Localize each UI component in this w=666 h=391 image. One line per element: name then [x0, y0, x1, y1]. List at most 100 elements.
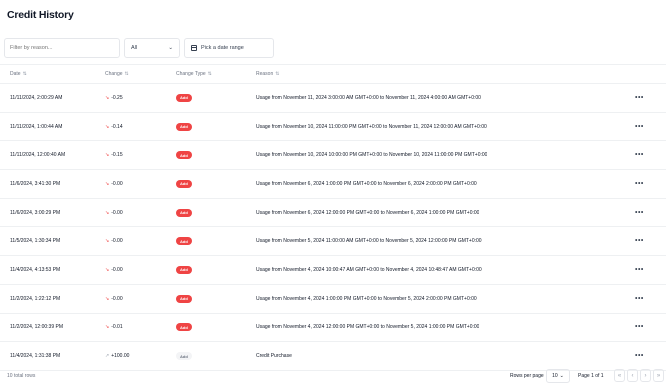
- row-reason: Usage from November 4, 2024 10:00:47 AM …: [256, 266, 482, 273]
- change-type-badge: Add: [176, 265, 192, 274]
- sort-icon: ⇅: [275, 71, 280, 77]
- table-row: 11/5/2024, 1:30:34 PM ↘ -0.00 Add Usage from…: [0, 227, 666, 257]
- row-actions-button[interactable]: •••: [635, 295, 644, 302]
- row-actions-button[interactable]: •••: [635, 353, 644, 360]
- chevron-left-icon: ‹: [631, 372, 634, 379]
- change-type-badge: Add: [176, 294, 192, 303]
- table-row: 11/6/2024, 3:00:29 PM ↘ -0.00 Add Usage from…: [0, 199, 666, 228]
- next-page-button[interactable]: ›: [640, 369, 651, 382]
- row-change: ↘ -0.15: [105, 152, 123, 158]
- last-page-button[interactable]: »: [653, 369, 664, 382]
- more-horizontal-icon: •••: [635, 237, 644, 245]
- row-change-type: Add: [176, 323, 192, 332]
- change-type-select-value: All: [131, 45, 138, 51]
- table-row: 11/2/2024, 1:22:12 PM ↘ -0.00 Add Usage from…: [0, 285, 666, 314]
- row-actions-button[interactable]: •••: [635, 94, 644, 101]
- row-change-value: -0.25: [111, 94, 123, 101]
- row-change-type: Add: [176, 237, 192, 246]
- row-change-value: -0.00: [111, 180, 123, 187]
- table-row: 11/2/2024, 12:00:39 PM ↘ -0.01 Add Usage fro…: [0, 314, 666, 343]
- arrow-down-icon: ↘: [105, 266, 110, 273]
- row-date: 11/4/2024, 1:31:38 PM: [10, 353, 61, 360]
- row-actions-button[interactable]: •••: [635, 209, 644, 216]
- chevrons-left-icon: «: [617, 372, 622, 379]
- row-change-value: -0.00: [111, 209, 123, 216]
- row-date: 11/11/2024, 1:00:44 AM: [10, 123, 63, 130]
- pagination: « ‹ › »: [614, 369, 664, 382]
- row-change-type: Add: [176, 352, 192, 361]
- rows-per-page-label: Rows per page: [510, 373, 544, 379]
- chevron-right-icon: ›: [644, 372, 647, 379]
- table-footer: 10 total rows Rows per page 10 ⌄ Page 1 …: [0, 368, 666, 386]
- row-change-type: Add: [176, 294, 192, 303]
- date-range-label: Pick a date range: [201, 45, 244, 51]
- column-header-date[interactable]: Date ⇅: [10, 71, 27, 77]
- row-date: 11/6/2024, 3:41:30 PM: [10, 180, 61, 187]
- arrow-down-icon: ↘: [105, 94, 110, 101]
- row-date: 11/2/2024, 1:22:12 PM: [10, 295, 61, 302]
- more-horizontal-icon: •••: [635, 94, 644, 102]
- change-type-badge: Add: [176, 122, 192, 131]
- arrow-down-icon: ↘: [105, 152, 110, 159]
- change-type-select[interactable]: All ⌄: [124, 38, 180, 58]
- sort-icon: ⇅: [22, 71, 27, 77]
- date-range-button[interactable]: Pick a date range: [184, 38, 274, 58]
- row-change: ↘ -0.00: [105, 210, 123, 216]
- row-date: 11/11/2024, 12:00:40 AM: [10, 152, 66, 159]
- column-header-reason[interactable]: Reason ⇅: [256, 71, 279, 77]
- rows-per-page-value: 10: [552, 373, 558, 379]
- column-header-date-label: Date: [10, 71, 21, 77]
- row-change-value: -0.00: [111, 238, 123, 245]
- row-actions-button[interactable]: •••: [635, 152, 644, 159]
- change-type-badge: Add: [176, 93, 192, 102]
- sort-icon: ⇅: [124, 71, 129, 77]
- row-actions-button[interactable]: •••: [635, 180, 644, 187]
- row-reason: Usage from November 6, 2024 12:00:00 PM …: [256, 209, 480, 216]
- first-page-button[interactable]: «: [614, 369, 625, 382]
- row-change-type: Add: [176, 151, 192, 160]
- table-row: 11/6/2024, 3:41:30 PM ↘ -0.00 Add Usage from…: [0, 170, 666, 199]
- column-header-change-type[interactable]: Change Type ⇅: [176, 71, 212, 77]
- row-reason: Usage from November 6, 2024 1:00:00 PM G…: [256, 180, 477, 187]
- chevron-down-icon: ⌄: [168, 45, 173, 51]
- more-horizontal-icon: •••: [635, 123, 644, 131]
- arrow-down-icon: ↘: [105, 209, 110, 216]
- arrow-down-icon: ↘: [105, 295, 110, 302]
- row-change-type: Add: [176, 93, 192, 102]
- row-change-value: -0.15: [111, 152, 123, 159]
- table-row: 11/11/2024, 12:00:40 AM ↘ -0.15 Add Usage fr…: [0, 141, 666, 171]
- page-info: Page 1 of 1: [578, 373, 604, 379]
- more-horizontal-icon: •••: [635, 323, 644, 331]
- row-reason: Usage from November 4, 2024 12:00:00 PM …: [256, 324, 480, 331]
- filter-bar: All ⌄ Pick a date range: [0, 38, 666, 58]
- row-actions-button[interactable]: •••: [635, 324, 644, 331]
- credit-history-table: Date ⇅ Change ⇅ Change Type ⇅ Reason ⇅ 11/11…: [0, 64, 666, 371]
- more-horizontal-icon: •••: [635, 352, 644, 360]
- more-horizontal-icon: •••: [635, 180, 644, 188]
- rows-per-page-select[interactable]: 10 ⌄: [546, 369, 570, 383]
- column-header-change-type-label: Change Type: [176, 71, 206, 77]
- previous-page-button[interactable]: ‹: [627, 369, 638, 382]
- more-horizontal-icon: •••: [635, 295, 644, 303]
- row-reason: Usage from November 4, 2024 1:00:00 PM G…: [256, 295, 477, 302]
- table-row: 11/11/2024, 2:00:29 AM ↘ -0.25 Add Usage fro…: [0, 84, 666, 113]
- row-actions-button[interactable]: •••: [635, 123, 644, 130]
- row-actions-button[interactable]: •••: [635, 266, 644, 273]
- change-type-badge: Add: [176, 208, 192, 217]
- row-change: ↗ +100.00: [105, 353, 129, 359]
- page-title: Credit History: [7, 9, 74, 21]
- row-actions-button[interactable]: •••: [635, 238, 644, 245]
- row-change-value: -0.14: [111, 123, 123, 130]
- row-change-value: +100.00: [111, 353, 130, 360]
- sort-icon: ⇅: [207, 71, 212, 77]
- change-type-badge: Add: [176, 179, 192, 188]
- row-change-type: Add: [176, 179, 192, 188]
- reason-filter-input[interactable]: [4, 38, 120, 58]
- chevrons-right-icon: »: [656, 372, 661, 379]
- row-date: 11/11/2024, 2:00:29 AM: [10, 94, 63, 101]
- more-horizontal-icon: •••: [635, 266, 644, 274]
- change-type-badge: Add: [176, 151, 192, 160]
- chevron-down-icon: ⌄: [559, 373, 564, 379]
- column-header-change[interactable]: Change ⇅: [105, 71, 129, 77]
- arrow-down-icon: ↘: [105, 238, 110, 245]
